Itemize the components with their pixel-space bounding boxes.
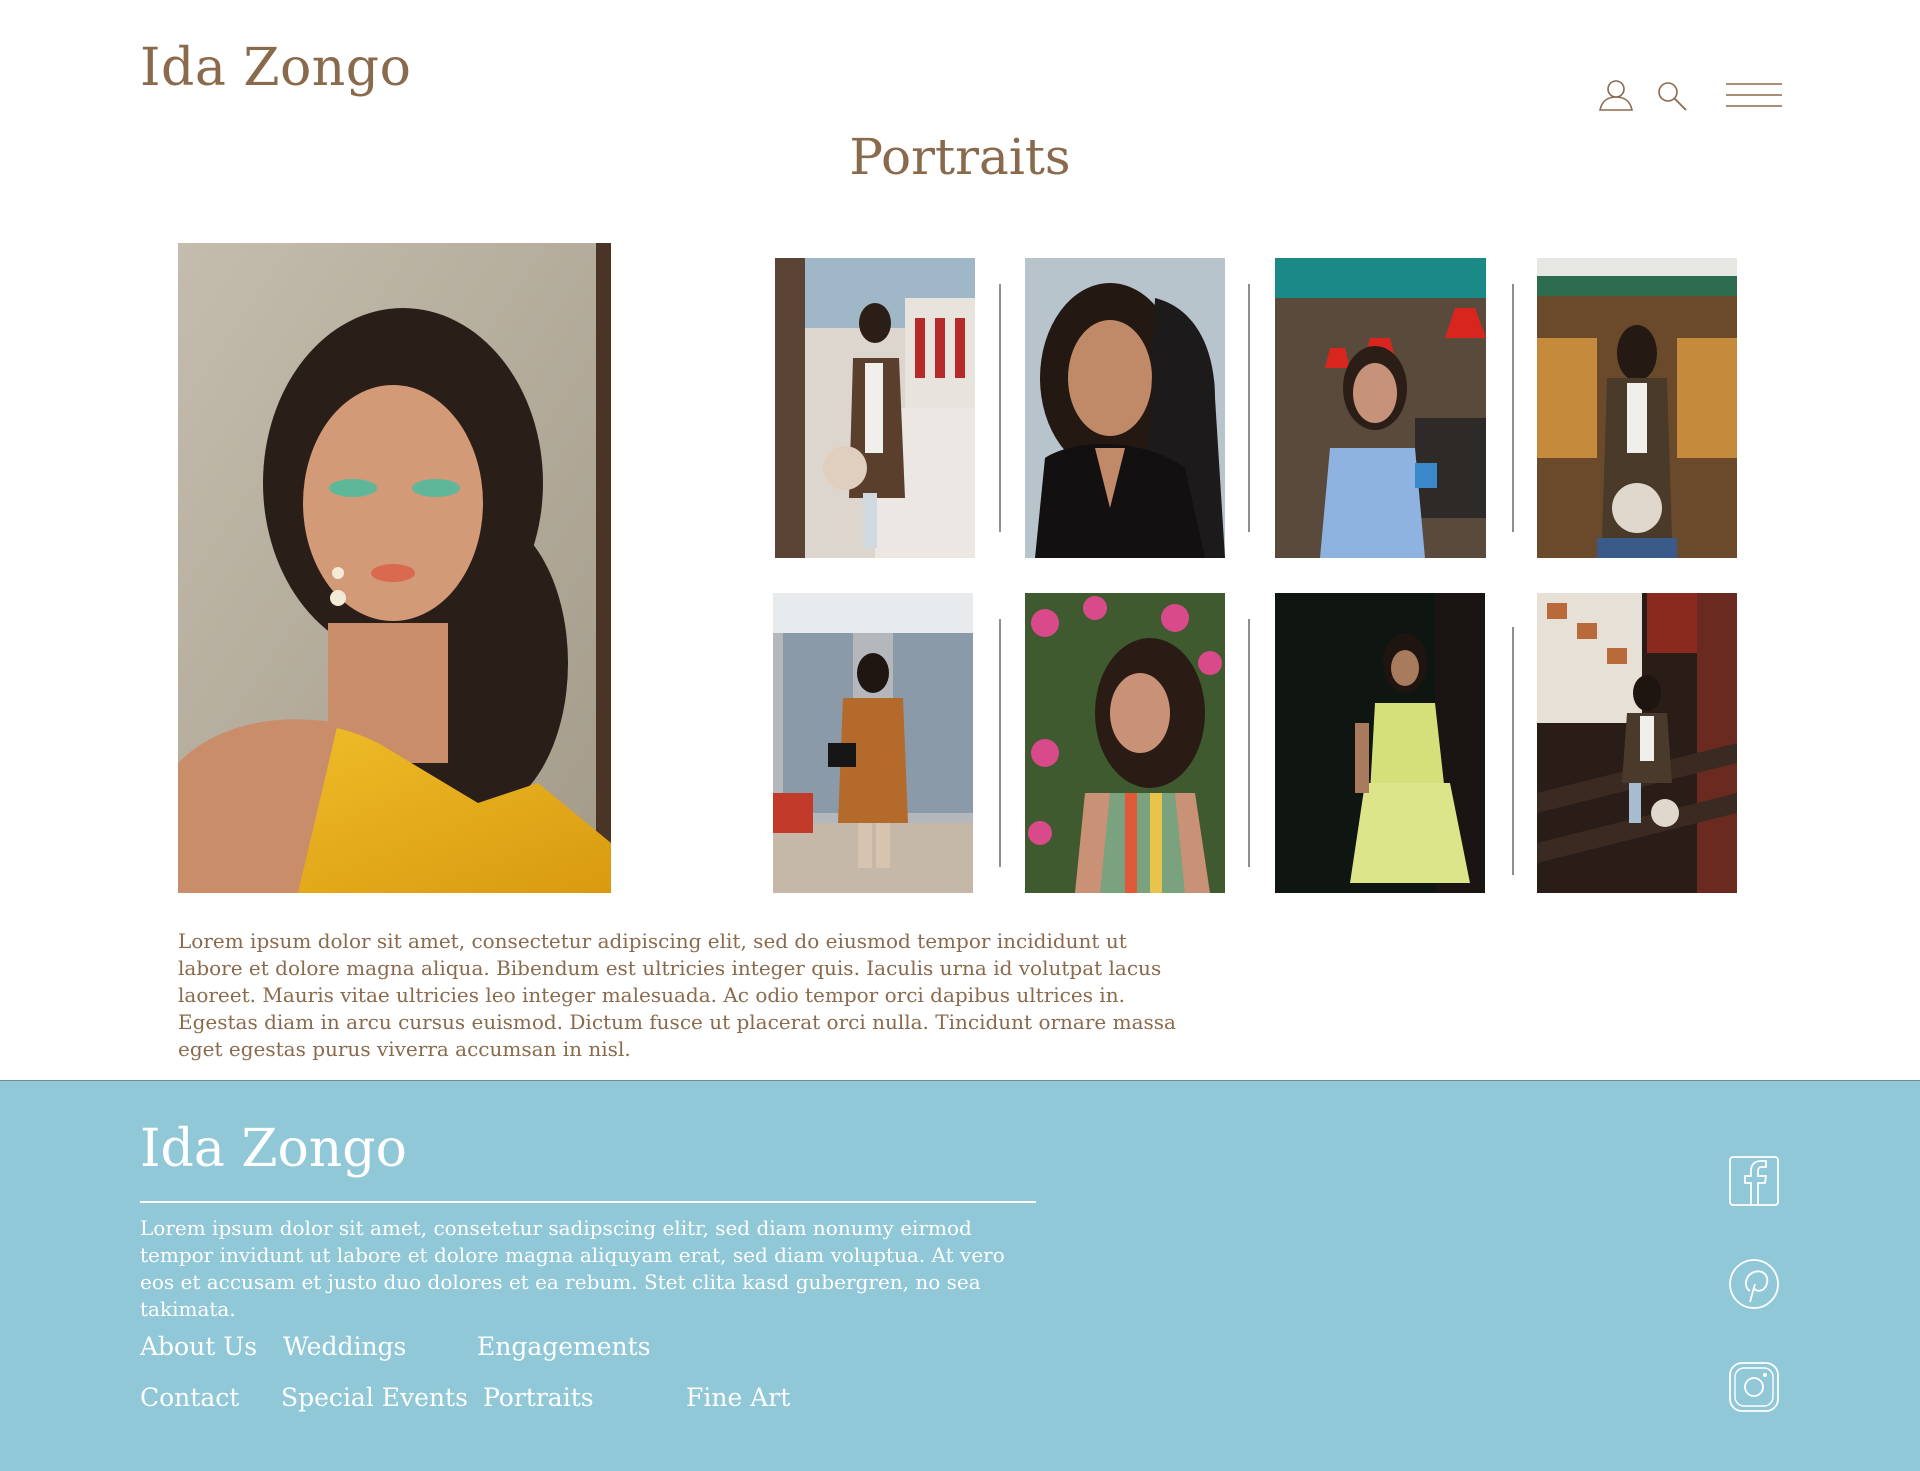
search-icon[interactable] [1656,80,1688,112]
footer-link-engagements[interactable]: Engagements [477,1332,651,1361]
thumbnail-photo [1537,258,1737,558]
portrait-thumbnail[interactable] [775,258,975,558]
intro-paragraph: Lorem ipsum dolor sit amet, consectetur … [178,929,1176,1061]
thumbnail-photo [1275,593,1485,893]
portrait-thumbnail[interactable] [1025,258,1225,558]
footer-link-weddings[interactable]: Weddings [283,1332,406,1361]
footer-link-contact[interactable]: Contact [140,1383,239,1412]
facebook-icon[interactable] [1728,1155,1780,1207]
portrait-thumbnail[interactable] [1275,593,1485,893]
footer-link-fine-art[interactable]: Fine Art [686,1383,790,1412]
footer-link-portraits[interactable]: Portraits [483,1383,594,1412]
footer: Ida Zongo Lorem ipsum dolor sit amet, co… [0,1080,1920,1471]
footer-link-special-events[interactable]: Special Events [281,1383,468,1412]
thumbnail-photo [1275,258,1486,558]
portrait-thumbnail[interactable] [1537,258,1737,558]
divider [999,284,1001,532]
portrait-thumbnail[interactable] [773,593,973,893]
user-icon[interactable] [1598,78,1634,112]
footer-link-about[interactable]: About Us [140,1332,257,1361]
divider [1248,619,1250,867]
instagram-icon[interactable] [1728,1361,1780,1413]
portrait-thumbnail[interactable] [1537,593,1737,893]
menu-icon[interactable] [1726,82,1782,108]
header-icons [1598,76,1782,116]
page-title: Portraits [849,128,1071,186]
portrait-thumbnail[interactable] [1275,258,1486,558]
portrait-thumbnail[interactable] [1025,593,1225,893]
thumbnail-photo [1537,593,1737,893]
featured-portrait-photo [178,243,611,893]
thumbnail-photo [773,593,973,893]
thumbnail-photo [775,258,975,558]
divider [1512,284,1514,532]
brand-logo[interactable]: Ida Zongo [140,38,411,98]
divider [1512,627,1514,875]
thumbnail-photo [1025,593,1225,893]
pinterest-icon[interactable] [1728,1258,1780,1310]
footer-description: Lorem ipsum dolor sit amet, consetetur s… [140,1216,1005,1321]
featured-portrait[interactable] [178,243,611,893]
thumbnail-photo [1025,258,1225,558]
footer-divider [140,1201,1036,1203]
divider [1248,284,1250,532]
divider [999,619,1001,867]
footer-brand[interactable]: Ida Zongo [140,1119,407,1179]
